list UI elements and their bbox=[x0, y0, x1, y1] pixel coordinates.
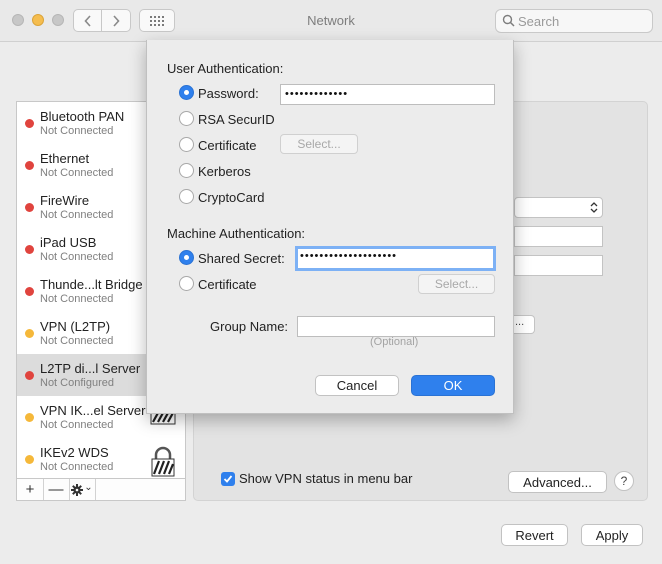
minimize-window-button[interactable] bbox=[32, 14, 44, 26]
shared-secret-field[interactable]: •••••••••••••••••••• bbox=[295, 246, 496, 271]
service-name: FireWire bbox=[40, 193, 90, 208]
service-status: Not Connected bbox=[40, 335, 114, 347]
password-radio[interactable] bbox=[179, 85, 194, 100]
user-authentication-heading: User Authentication: bbox=[167, 61, 284, 76]
chevron-left-icon bbox=[83, 14, 91, 27]
gear-icon bbox=[71, 483, 84, 496]
chevron-right-icon bbox=[113, 14, 120, 27]
service-list-toolbar: + — ⌄ bbox=[16, 479, 186, 501]
grid-icon bbox=[150, 15, 164, 26]
service-status: Not Connected bbox=[40, 209, 114, 221]
password-label: Password: bbox=[198, 86, 259, 101]
service-status: Not Connected bbox=[40, 293, 114, 305]
updown-chevron-icon bbox=[590, 202, 598, 213]
machine-certificate-label: Certificate bbox=[198, 277, 257, 292]
zoom-window-button[interactable] bbox=[52, 14, 64, 26]
service-status: Not Connected bbox=[40, 461, 114, 473]
kerberos-label: Kerberos bbox=[198, 164, 251, 179]
authentication-settings-button[interactable]: ... bbox=[514, 315, 535, 334]
group-name-field[interactable] bbox=[297, 316, 495, 337]
status-dot bbox=[25, 455, 34, 464]
service-status: Not Connected bbox=[40, 419, 114, 431]
search-placeholder: Search bbox=[518, 14, 560, 29]
authentication-settings-sheet: User Authentication: Password: •••••••••… bbox=[146, 40, 514, 414]
user-certificate-select-button[interactable]: Select... bbox=[280, 134, 358, 154]
service-name: IKEv2 WDS bbox=[40, 445, 109, 460]
shared-secret-label: Shared Secret: bbox=[198, 251, 285, 266]
revert-button[interactable]: Revert bbox=[501, 524, 568, 546]
kerberos-radio[interactable] bbox=[179, 163, 194, 178]
remove-service-button[interactable]: — bbox=[43, 479, 70, 500]
cryptocard-radio[interactable] bbox=[179, 189, 194, 204]
ok-button[interactable]: OK bbox=[411, 375, 495, 396]
status-dot bbox=[25, 413, 34, 422]
status-dot bbox=[25, 161, 34, 170]
checkmark-icon bbox=[223, 475, 233, 483]
service-status: Not Configured bbox=[40, 377, 114, 389]
user-certificate-label: Certificate bbox=[198, 138, 257, 153]
show-vpn-status-label: Show VPN status in menu bar bbox=[239, 471, 413, 486]
service-status: Not Connected bbox=[40, 125, 114, 137]
machine-authentication-heading: Machine Authentication: bbox=[167, 226, 306, 241]
shared-secret-radio[interactable] bbox=[179, 250, 194, 265]
service-name: VPN (L2TP) bbox=[40, 319, 111, 334]
service-actions-menu[interactable]: ⌄ bbox=[69, 479, 96, 500]
status-dot bbox=[25, 203, 34, 212]
password-field[interactable]: ••••••••••••• bbox=[280, 84, 495, 105]
service-name: Bluetooth PAN bbox=[40, 109, 125, 124]
status-dot bbox=[25, 119, 34, 128]
chevron-down-icon: ⌄ bbox=[84, 481, 93, 493]
back-button[interactable] bbox=[73, 9, 102, 32]
rsa-securid-radio[interactable] bbox=[179, 111, 194, 126]
cryptocard-label: CryptoCard bbox=[198, 190, 265, 205]
service-status: Not Connected bbox=[40, 167, 114, 179]
apply-button[interactable]: Apply bbox=[581, 524, 643, 546]
window-title: Network bbox=[307, 13, 355, 28]
service-status: Not Connected bbox=[40, 251, 114, 263]
server-address-field[interactable] bbox=[514, 226, 603, 247]
group-name-label: Group Name: bbox=[210, 319, 289, 334]
close-window-button[interactable] bbox=[12, 14, 24, 26]
cancel-button[interactable]: Cancel bbox=[315, 375, 399, 396]
lock-icon bbox=[151, 446, 175, 477]
search-field[interactable]: Search bbox=[495, 9, 653, 33]
search-icon bbox=[502, 14, 515, 27]
status-dot bbox=[25, 371, 34, 380]
service-name: VPN IK...el Server bbox=[40, 403, 146, 418]
forward-button[interactable] bbox=[102, 9, 131, 32]
service-name: Thunde...lt Bridge bbox=[40, 277, 143, 292]
machine-certificate-radio[interactable] bbox=[179, 276, 194, 291]
service-name: Ethernet bbox=[40, 151, 90, 166]
machine-certificate-select-button[interactable]: Select... bbox=[418, 274, 495, 294]
service-item-ikev2-wds[interactable]: IKEv2 WDS Not Connected bbox=[17, 438, 185, 478]
user-certificate-radio[interactable] bbox=[179, 137, 194, 152]
advanced-button[interactable]: Advanced... bbox=[508, 471, 607, 493]
rsa-securid-label: RSA SecurID bbox=[198, 112, 275, 127]
status-dot bbox=[25, 245, 34, 254]
show-vpn-status-checkbox[interactable] bbox=[221, 472, 235, 486]
configuration-popup[interactable] bbox=[514, 197, 603, 218]
add-service-button[interactable]: + bbox=[17, 479, 44, 500]
optional-note: (Optional) bbox=[370, 336, 419, 348]
service-name: iPad USB bbox=[40, 235, 97, 250]
account-name-field[interactable] bbox=[514, 255, 603, 276]
show-all-button[interactable] bbox=[139, 9, 175, 32]
status-dot bbox=[25, 329, 34, 338]
help-button[interactable]: ? bbox=[614, 471, 634, 491]
service-name: L2TP di...l Server bbox=[40, 361, 141, 376]
status-dot bbox=[25, 287, 34, 296]
